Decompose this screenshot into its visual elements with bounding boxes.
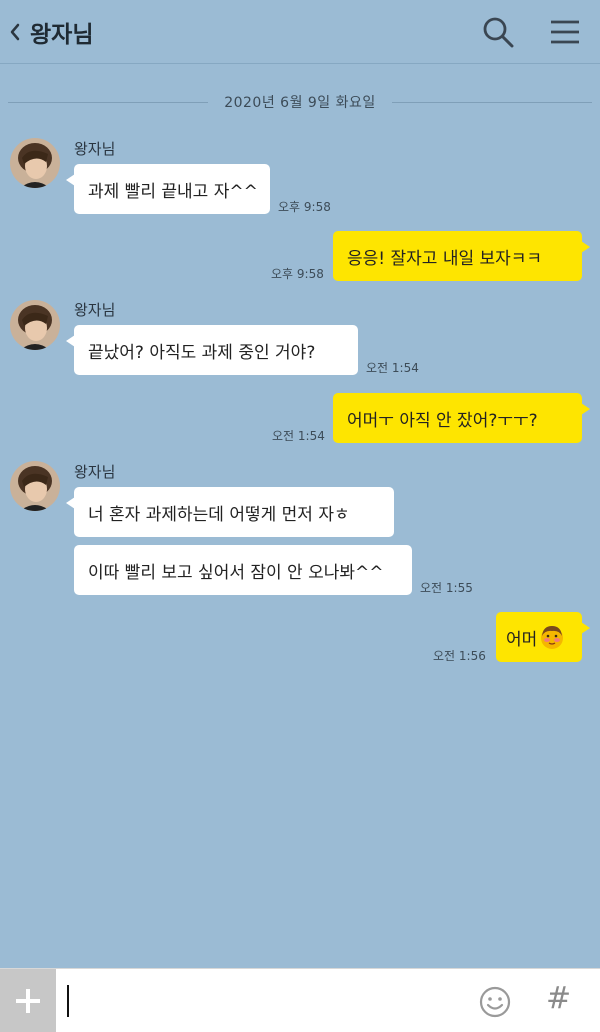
message-text: 너 혼자 과제하는데 어떻게 먼저 자ㅎ <box>88 504 350 525</box>
attach-button[interactable] <box>0 969 56 1032</box>
avatar[interactable] <box>10 461 60 511</box>
hash-button[interactable]: # <box>546 981 571 1016</box>
avatar[interactable] <box>10 138 60 188</box>
sender-name: 왕자님 <box>74 301 116 319</box>
message-bubble-outgoing[interactable]: 응응! 잘자고 내일 보자ㅋㅋ <box>333 231 590 281</box>
message-text: 이따 빨리 보고 싶어서 잠이 안 오나봐^^ <box>88 562 384 583</box>
message-text: 어머ㅜ 아직 안 잤어?ㅜㅜ? <box>347 410 538 431</box>
message-input[interactable] <box>67 985 69 1017</box>
chat-title: 왕자님 <box>30 22 94 48</box>
message-bubble-incoming[interactable]: 끝났어? 아직도 과제 중인 거야? <box>66 325 358 375</box>
message-text: 끝났어? 아직도 과제 중인 거야? <box>88 342 316 363</box>
message-bubble-incoming[interactable]: 너 혼자 과제하는데 어떻게 먼저 자ㅎ <box>66 487 394 537</box>
message-text: 과제 빨리 끝내고 자^^ <box>88 181 258 202</box>
sender-name: 왕자님 <box>74 140 116 158</box>
message-bubble-incoming[interactable]: 과제 빨리 끝내고 자^^ <box>66 164 270 214</box>
search-icon[interactable] <box>481 15 515 49</box>
chat-header: 왕자님 <box>0 0 600 64</box>
message-time: 오전 1:54 <box>366 361 419 375</box>
blushing-face-icon <box>541 626 564 649</box>
smiley-icon[interactable] <box>478 985 512 1019</box>
message-text: 응응! 잘자고 내일 보자ㅋㅋ <box>347 248 543 269</box>
message-bubble-incoming[interactable]: 이따 빨리 보고 싶어서 잠이 안 오나봐^^ <box>74 545 412 595</box>
message-time: 오전 1:56 <box>433 649 486 663</box>
message-bubble-outgoing[interactable]: 어머ㅜ 아직 안 잤어?ㅜㅜ? <box>333 393 590 443</box>
message-text: 어머 <box>506 629 538 650</box>
sender-name: 왕자님 <box>74 463 116 481</box>
chevron-left-icon[interactable] <box>8 18 22 46</box>
divider <box>392 102 592 103</box>
message-time: 오후 9:58 <box>271 267 324 281</box>
hamburger-menu-icon[interactable] <box>549 18 581 46</box>
message-time: 오전 1:55 <box>420 581 473 595</box>
message-time: 오전 1:54 <box>272 429 325 443</box>
plus-icon <box>16 989 40 1013</box>
message-time: 오후 9:58 <box>278 200 331 214</box>
avatar[interactable] <box>10 300 60 350</box>
message-bubble-outgoing[interactable]: 어머 <box>496 612 590 662</box>
message-input-bar: # <box>0 968 600 1032</box>
date-separator: 2020년 6월 9일 화요일 <box>8 90 592 114</box>
